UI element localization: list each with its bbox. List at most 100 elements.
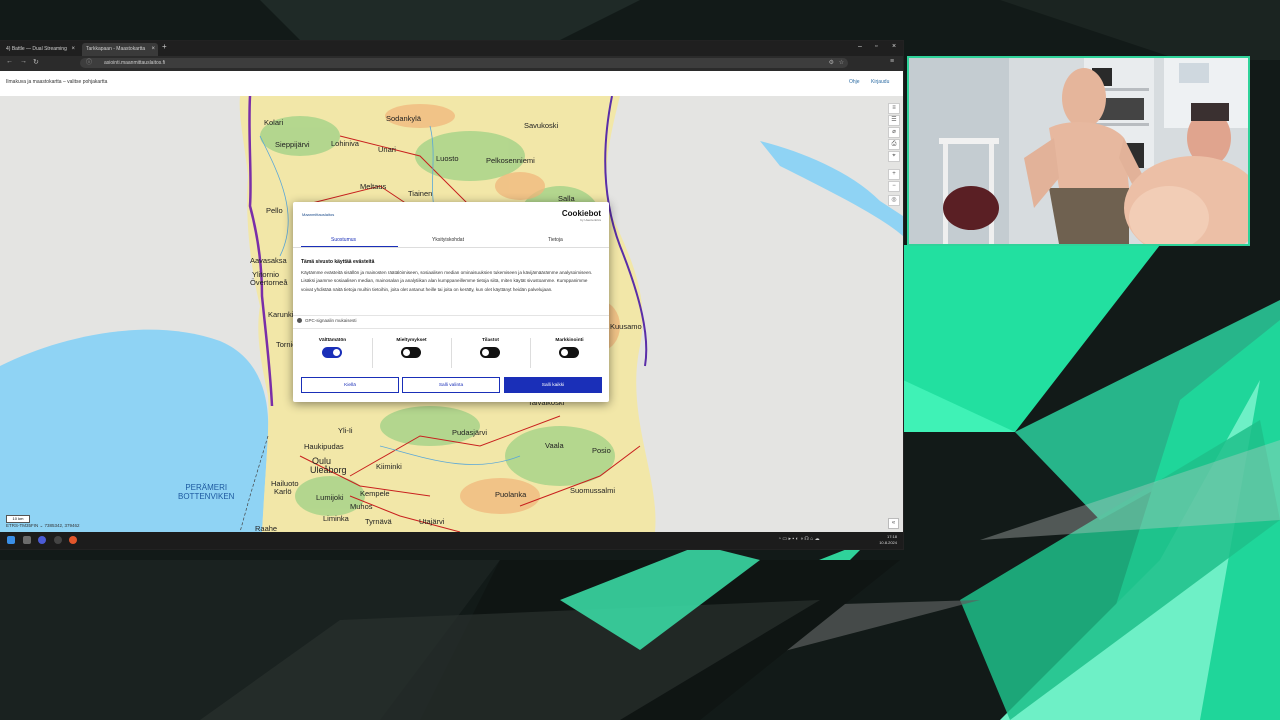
- map-place-label: Haukipudas: [304, 442, 344, 451]
- map-place-label: Yli-Ii: [338, 426, 353, 435]
- category-preferences: Mieltymykset: [372, 338, 451, 358]
- login-link[interactable]: Kirjaudu: [871, 79, 889, 85]
- webcam-video: [909, 58, 1248, 244]
- site-header: Ilmakuva ja maastokartta – valitse pohja…: [0, 71, 903, 96]
- map-place-label: Kiiminki: [376, 462, 402, 471]
- category-label: Mieltymykset: [396, 338, 427, 343]
- marketing-toggle[interactable]: [559, 347, 579, 358]
- browser-toolbar: ← → ↻ ⓘ asiointi.maanmittauslaitos.fi ⚙ …: [0, 56, 903, 71]
- maximize-icon[interactable]: ▫: [875, 43, 877, 50]
- map-place-label: Lohiniva: [331, 139, 359, 148]
- tab-about[interactable]: Tietoja: [548, 237, 563, 243]
- divider: [293, 328, 609, 329]
- sea-label: PERÄMERI BOTTENVIKEN: [178, 483, 235, 501]
- map-place-label: Utajärvi: [419, 517, 445, 526]
- coordinate-readout[interactable]: ETRS-TM35FIN ⌄ 7385342, 379462: [6, 523, 80, 529]
- map-place-label: Muhos: [350, 502, 373, 511]
- clock-date: 10.8.2024: [879, 540, 897, 545]
- toggle-knob: [403, 349, 410, 356]
- tab-battle[interactable]: 4) Battle — Dual Streaming ×: [2, 43, 78, 56]
- statistics-toggle[interactable]: [480, 347, 500, 358]
- close-tab-icon[interactable]: ×: [151, 43, 155, 56]
- tab-consent[interactable]: Suostumus: [331, 237, 356, 243]
- map-place-label: Suomussalmi: [570, 486, 616, 495]
- map-place-label: Lumijoki: [316, 493, 344, 502]
- category-statistics: Tilastot: [451, 338, 530, 358]
- new-tab-icon[interactable]: +: [162, 42, 167, 51]
- tab-map[interactable]: Tarkkapaan - Maastokartta ×: [82, 43, 158, 56]
- help-link[interactable]: Ohje: [849, 79, 860, 85]
- tab-bar: 4) Battle — Dual Streaming × Tarkkapaan …: [0, 41, 903, 56]
- preferences-toggle[interactable]: [401, 347, 421, 358]
- map-place-label: Karlö: [274, 487, 292, 496]
- firefox-icon[interactable]: [69, 536, 77, 544]
- browser-window: 4) Battle — Dual Streaming × Tarkkapaan …: [0, 41, 903, 549]
- obs-icon[interactable]: [54, 536, 62, 544]
- category-label: Välttämätön: [318, 338, 347, 343]
- site-info-icon[interactable]: ⓘ: [86, 58, 92, 68]
- category-label: Markkinointi: [555, 338, 584, 343]
- address-bar[interactable]: ⓘ asiointi.maanmittauslaitos.fi ⚙ ☆: [80, 58, 848, 68]
- webcam-frame: [907, 56, 1250, 246]
- dialog-heading: Tämä sivusto käyttää evästeitä: [301, 259, 375, 265]
- toggle-knob: [482, 349, 489, 356]
- maanmittauslaitos-logo: Maanmittauslaitos: [302, 212, 335, 217]
- print-icon[interactable]: ⎙: [888, 139, 900, 150]
- taskbar-clock[interactable]: 17:18 10.8.2024: [879, 534, 897, 546]
- toggle-knob: [333, 349, 340, 356]
- collapse-panel-icon[interactable]: «: [888, 518, 899, 529]
- marker-icon[interactable]: ⌖: [888, 151, 900, 162]
- map-place-label: Aavasaksa: [250, 256, 287, 265]
- map-place-label: Unari: [378, 145, 396, 154]
- discord-icon[interactable]: [38, 536, 46, 544]
- scale-bar: 10 km: [6, 515, 30, 523]
- file-explorer-icon[interactable]: [23, 536, 31, 544]
- map-place-label: Pudasjärvi: [452, 428, 488, 437]
- map-place-label: Meltaus: [360, 182, 387, 191]
- gpc-check-icon: [297, 318, 302, 324]
- tray-icons[interactable]: ◔ ▭ ▸ ▪ ◐ ◑ ☊ ⌂ ☁: [778, 536, 820, 542]
- layers-icon[interactable]: ≡: [888, 103, 900, 114]
- close-tab-icon[interactable]: ×: [71, 43, 75, 56]
- tab-label: Tarkkapaan - Maastokartta: [86, 46, 146, 52]
- category-necessary: Välttämätön: [293, 338, 372, 358]
- deny-button[interactable]: Kiellä: [301, 377, 399, 393]
- map-place-label: Tyrnävä: [365, 517, 392, 526]
- map-place-label: Raahe: [255, 524, 278, 532]
- back-icon[interactable]: ←: [6, 58, 13, 65]
- list-icon[interactable]: ☰: [888, 115, 900, 126]
- map-place-label: Kempele: [360, 489, 390, 498]
- map-place-label: Uleåborg: [310, 465, 347, 475]
- bookmark-star-icon[interactable]: ☆: [839, 58, 844, 68]
- locate-icon[interactable]: ◎: [888, 195, 900, 206]
- measure-icon[interactable]: ⌀: [888, 127, 900, 138]
- map-place-label: Övertorneå: [250, 278, 288, 287]
- map-place-label: Tiainen: [408, 189, 433, 198]
- map-place-label: Pello: [266, 206, 283, 215]
- necessary-toggle[interactable]: [322, 347, 342, 358]
- forward-icon[interactable]: →: [20, 58, 27, 65]
- reload-icon[interactable]: ↻: [33, 58, 39, 66]
- map-place-label: Sodankylä: [386, 114, 422, 123]
- extensions-icon[interactable]: ⚙: [829, 58, 834, 68]
- map-place-label: Luosto: [436, 154, 459, 163]
- category-label: Tilastot: [482, 338, 499, 343]
- map-place-label: Liminka: [323, 514, 349, 523]
- map-place-label: Puolanka: [495, 490, 527, 499]
- tab-label: 4) Battle — Dual Streaming: [6, 46, 67, 52]
- zoom-out-icon[interactable]: −: [888, 181, 900, 192]
- dialog-body-text: Käytämme evästeitä sisällön ja mainosten…: [301, 270, 593, 292]
- menu-icon[interactable]: ≡: [890, 58, 894, 65]
- map-place-label: Kolari: [264, 118, 284, 127]
- zoom-in-icon[interactable]: +: [888, 169, 900, 180]
- map-place-label: Sieppijärvi: [275, 140, 310, 149]
- tab-details[interactable]: Yksityiskohdat: [432, 237, 464, 243]
- map-place-label: Vaala: [545, 441, 564, 450]
- allow-selection-button[interactable]: Salli valinta: [402, 377, 500, 393]
- close-window-icon[interactable]: ×: [892, 43, 896, 50]
- consent-categories: Välttämätön Mieltymykset Tilastot Markki…: [293, 338, 609, 372]
- windows-start-icon[interactable]: [7, 536, 15, 544]
- site-header-text: Ilmakuva ja maastokartta – valitse pohja…: [6, 79, 108, 85]
- allow-all-button[interactable]: Salli kaikki: [504, 377, 602, 393]
- minimize-icon[interactable]: –: [858, 43, 862, 50]
